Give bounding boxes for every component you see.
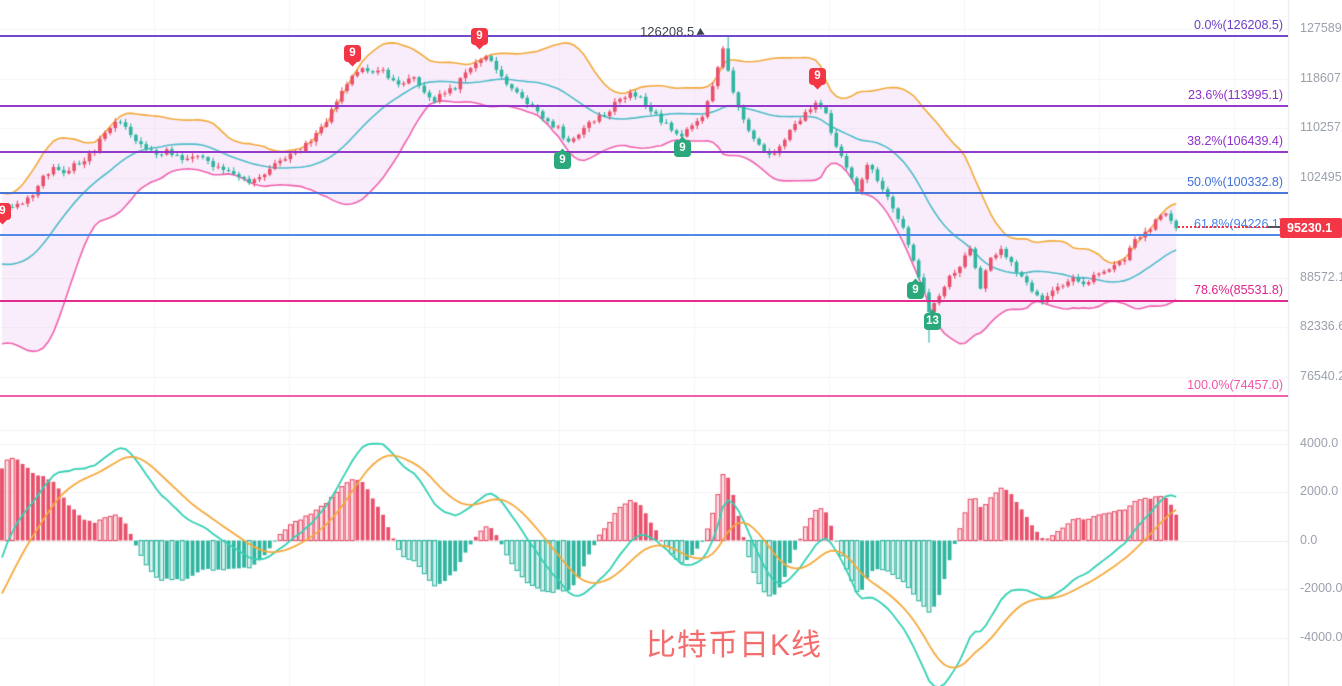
kline-macd-canvas[interactable] [0,0,1342,686]
peak-price-text: 126208.5 [640,24,694,39]
peak-price-annotation: 126208.5 [640,24,705,39]
current-price-dotted-line [1178,226,1268,228]
current-price-connector-dash [1268,226,1280,228]
current-price-badge: 95230.1 [1280,218,1342,238]
chart-title: 比特币日K线 [646,620,822,664]
peak-arrow-icon [697,27,707,37]
